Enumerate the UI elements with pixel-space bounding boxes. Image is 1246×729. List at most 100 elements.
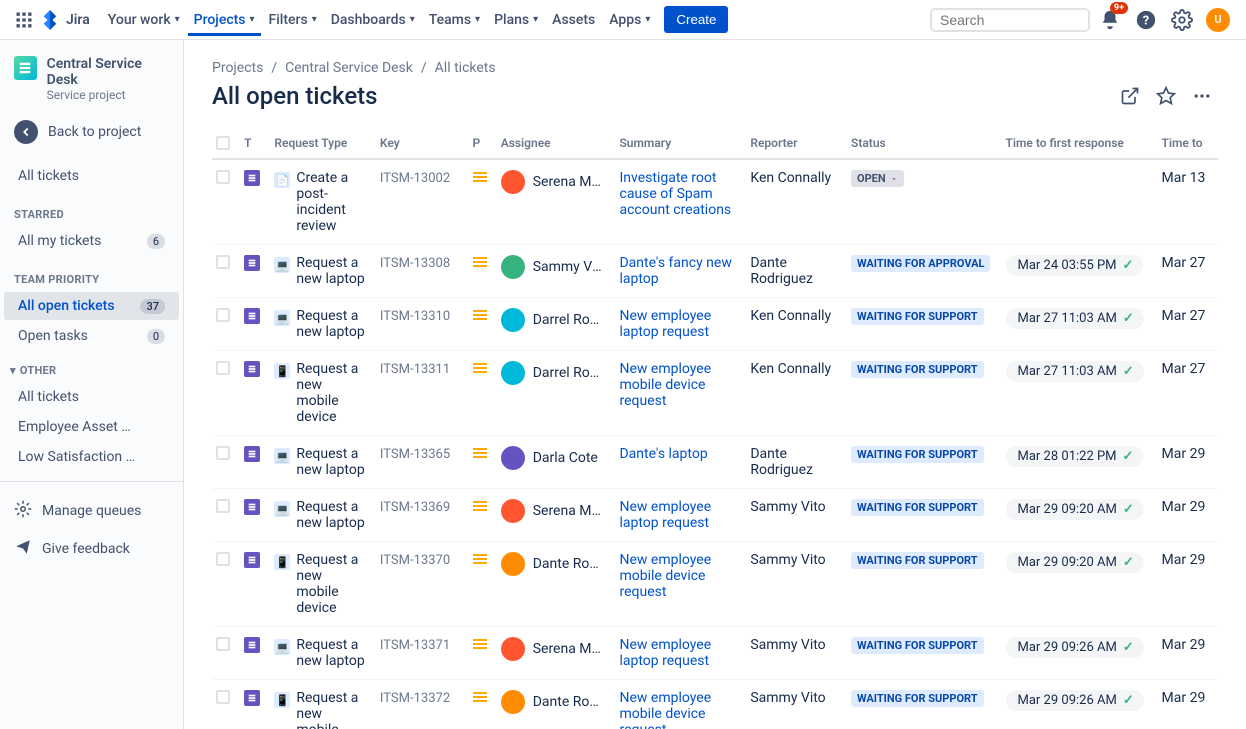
row-checkbox[interactable] [216, 170, 230, 184]
issue-key[interactable]: ITSM-13371 [380, 638, 450, 653]
sidebar-item-low-satisfaction-scores-p-[interactable]: Low Satisfaction Scores (P... [4, 443, 179, 471]
table-row[interactable]: 💻Request a new laptopITSM-13371Serena Me… [212, 627, 1218, 680]
open-external-button[interactable] [1114, 80, 1146, 112]
status-badge[interactable]: WAITING FOR SUPPORT [851, 552, 984, 569]
more-actions-button[interactable] [1186, 80, 1218, 112]
table-row[interactable]: 💻Request a new laptopITSM-13308Sammy Vit… [212, 245, 1218, 298]
table-row[interactable]: 💻Request a new laptopITSM-13369Serena Me… [212, 489, 1218, 542]
sidebar-heading[interactable]: ▾OTHER [0, 352, 183, 381]
status-badge[interactable]: OPEN [851, 170, 904, 187]
row-checkbox[interactable] [216, 361, 230, 375]
nav-item-plans[interactable]: Plans▾ [488, 4, 544, 36]
select-all-checkbox[interactable] [216, 136, 230, 150]
row-checkbox[interactable] [216, 308, 230, 322]
column-header[interactable]: Reporter [746, 128, 847, 159]
summary-link[interactable]: Investigate root cause of Spam account c… [619, 170, 731, 218]
summary-link[interactable]: New employee laptop request [619, 308, 711, 340]
sidebar-item-employee-asset-orders[interactable]: Employee Asset Orders [4, 413, 179, 441]
issue-key[interactable]: ITSM-13372 [380, 691, 450, 706]
row-checkbox[interactable] [216, 499, 230, 513]
issue-key[interactable]: ITSM-13311 [380, 362, 450, 377]
issue-key[interactable]: ITSM-13310 [380, 309, 450, 324]
jira-logo[interactable]: Jira [40, 10, 90, 30]
column-header[interactable] [212, 128, 240, 159]
table-row[interactable]: 📄Create a post-incident reviewITSM-13002… [212, 159, 1218, 245]
issue-key[interactable]: ITSM-13369 [380, 500, 450, 515]
issue-key[interactable]: ITSM-13002 [380, 171, 450, 186]
status-badge[interactable]: WAITING FOR SUPPORT [851, 361, 984, 378]
nav-item-your-work[interactable]: Your work▾ [102, 4, 186, 36]
sidebar-item-all-tickets[interactable]: All tickets [4, 383, 179, 411]
sidebar-item-all-open-tickets[interactable]: All open tickets37 [4, 292, 179, 320]
column-header[interactable]: Status [847, 128, 1002, 159]
back-to-project[interactable]: Back to project [0, 112, 183, 152]
nav-item-teams[interactable]: Teams▾ [423, 4, 486, 36]
assignee-name: Darrel Rossi [533, 365, 605, 381]
priority-medium-icon [473, 363, 487, 373]
table-row[interactable]: 📱Request a new mobile deviceITSM-13311Da… [212, 351, 1218, 436]
breadcrumb-item[interactable]: Projects [212, 60, 263, 76]
search-box[interactable] [930, 8, 1090, 32]
table-row[interactable]: 💻Request a new laptopITSM-13365Darla Cot… [212, 436, 1218, 489]
table-row[interactable]: 📱Request a new mobile deviceITSM-13370Da… [212, 542, 1218, 627]
table-row[interactable]: 💻Request a new laptopITSM-13310Darrel Ro… [212, 298, 1218, 351]
app-switcher-icon[interactable] [12, 8, 36, 32]
summary-link[interactable]: Dante's fancy new laptop [619, 255, 731, 287]
status-badge[interactable]: WAITING FOR SUPPORT [851, 499, 984, 516]
row-checkbox[interactable] [216, 637, 230, 651]
sidebar-item-all-my-tickets[interactable]: All my tickets6 [4, 227, 179, 255]
row-checkbox[interactable] [216, 552, 230, 566]
summary-link[interactable]: New employee laptop request [619, 499, 711, 531]
column-header[interactable]: Assignee [497, 128, 616, 159]
settings-button[interactable] [1166, 4, 1198, 36]
notifications-button[interactable]: 9+ [1094, 4, 1126, 36]
nav-item-dashboards[interactable]: Dashboards▾ [325, 4, 421, 36]
summary-link[interactable]: Dante's laptop [619, 446, 707, 462]
create-button[interactable]: Create [664, 6, 728, 33]
summary-link[interactable]: New employee laptop request [619, 637, 711, 669]
issue-type-icon [244, 308, 260, 324]
issue-type-icon [244, 552, 260, 568]
mobile-icon: 📱 [274, 363, 290, 379]
summary-link[interactable]: New employee mobile device request [619, 361, 711, 409]
column-header[interactable]: T [240, 128, 270, 159]
row-checkbox[interactable] [216, 446, 230, 460]
issue-key[interactable]: ITSM-13308 [380, 256, 450, 271]
nav-item-filters[interactable]: Filters▾ [263, 4, 323, 36]
breadcrumb-item[interactable]: All tickets [435, 60, 496, 76]
summary-link[interactable]: New employee mobile device request [619, 690, 711, 729]
sidebar-action-give-feedback[interactable]: Give feedback [0, 530, 183, 568]
breadcrumb-item[interactable]: Central Service Desk [285, 60, 413, 76]
column-header[interactable]: Time to [1158, 128, 1218, 159]
sidebar-item-label: All tickets [18, 168, 79, 184]
row-checkbox[interactable] [216, 255, 230, 269]
row-checkbox[interactable] [216, 690, 230, 704]
status-badge[interactable]: WAITING FOR APPROVAL [851, 255, 990, 272]
column-header[interactable]: Summary [615, 128, 746, 159]
nav-item-assets[interactable]: Assets [546, 4, 601, 36]
nav-item-projects[interactable]: Projects▾ [188, 4, 261, 36]
profile-button[interactable]: U [1202, 4, 1234, 36]
status-badge[interactable]: WAITING FOR SUPPORT [851, 690, 984, 707]
sidebar-item-all-tickets[interactable]: All tickets [4, 162, 179, 190]
sidebar-item-count: 0 [147, 329, 165, 344]
status-badge[interactable]: WAITING FOR SUPPORT [851, 308, 984, 325]
star-button[interactable] [1150, 80, 1182, 112]
issue-key[interactable]: ITSM-13365 [380, 447, 450, 462]
status-badge[interactable]: WAITING FOR SUPPORT [851, 446, 984, 463]
table-row[interactable]: 📱Request a new mobile deviceITSM-13372Da… [212, 680, 1218, 729]
help-button[interactable]: ? [1130, 4, 1162, 36]
column-header[interactable]: Request Type [270, 128, 376, 159]
sidebar-project[interactable]: Central Service Desk Service project [0, 40, 183, 112]
summary-link[interactable]: New employee mobile device request [619, 552, 711, 600]
column-header[interactable]: P [469, 128, 497, 159]
issue-key[interactable]: ITSM-13370 [380, 553, 450, 568]
megaphone-icon [14, 538, 32, 560]
help-icon: ? [1135, 9, 1157, 31]
column-header[interactable]: Time to first response [1002, 128, 1158, 159]
sidebar-action-manage-queues[interactable]: Manage queues [0, 492, 183, 530]
status-badge[interactable]: WAITING FOR SUPPORT [851, 637, 984, 654]
column-header[interactable]: Key [376, 128, 469, 159]
nav-item-apps[interactable]: Apps▾ [603, 4, 656, 36]
sidebar-item-open-tasks[interactable]: Open tasks0 [4, 322, 179, 350]
